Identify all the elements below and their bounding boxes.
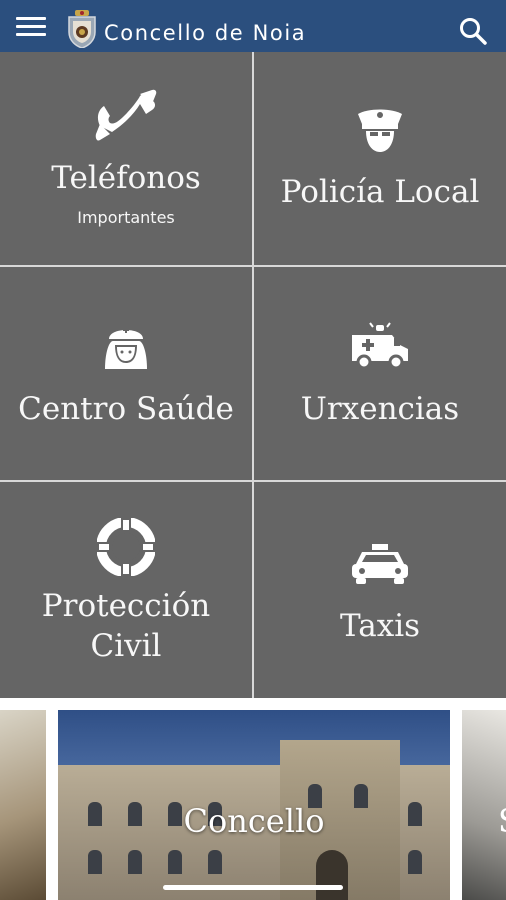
building-window [128,850,142,874]
building-window [208,850,222,874]
tile-label: Taxis [339,608,421,644]
carousel-card-previous[interactable] [0,710,46,900]
tile-label: Urxencias [300,391,460,427]
carousel-card-title: S [498,802,506,840]
hamburger-menu-icon[interactable] [16,17,46,37]
tile-centro-saude[interactable]: Centro Saúde [0,267,252,480]
building-door [316,850,348,900]
tile-urxencias[interactable]: Urxencias [254,267,506,480]
news-carousel[interactable]: Concello S [0,698,506,900]
tile-policia-local[interactable]: Policía Local [254,52,506,265]
coat-of-arms-logo [68,10,96,48]
nurse-icon [0,323,252,369]
building-window [408,850,422,874]
tile-label: Policía Local [280,174,480,210]
app-bar: Concello de Noia [0,0,506,52]
tile-label: Protección [41,588,211,624]
carousel-card-concello[interactable]: Concello [58,710,450,900]
ambulance-icon [254,321,506,371]
tile-taxis[interactable]: Taxis [254,482,506,698]
lifebuoy-icon [0,518,252,576]
carousel-card-title: Concello [183,802,325,840]
home-indicator[interactable] [163,885,343,890]
search-icon[interactable] [458,16,488,46]
tile-label: Centro Saúde [18,391,234,427]
tile-sublabel: Importantes [77,208,175,227]
building-window [168,850,182,874]
tile-label-line2: Civil [90,628,162,664]
police-officer-icon [254,106,506,156]
phone-icon [0,88,252,144]
carousel-card-next[interactable]: S [462,710,506,900]
tile-telefonos[interactable]: Teléfonos Importantes [0,52,252,265]
tile-proteccion-civil[interactable]: Protección Civil [0,482,252,698]
taxi-icon [254,544,506,586]
app-title: Concello de Noia [104,21,307,45]
tile-label: Teléfonos [51,160,201,196]
shortcut-grid: Teléfonos Importantes Policía Local Cent… [0,52,506,698]
building-window [88,850,102,874]
